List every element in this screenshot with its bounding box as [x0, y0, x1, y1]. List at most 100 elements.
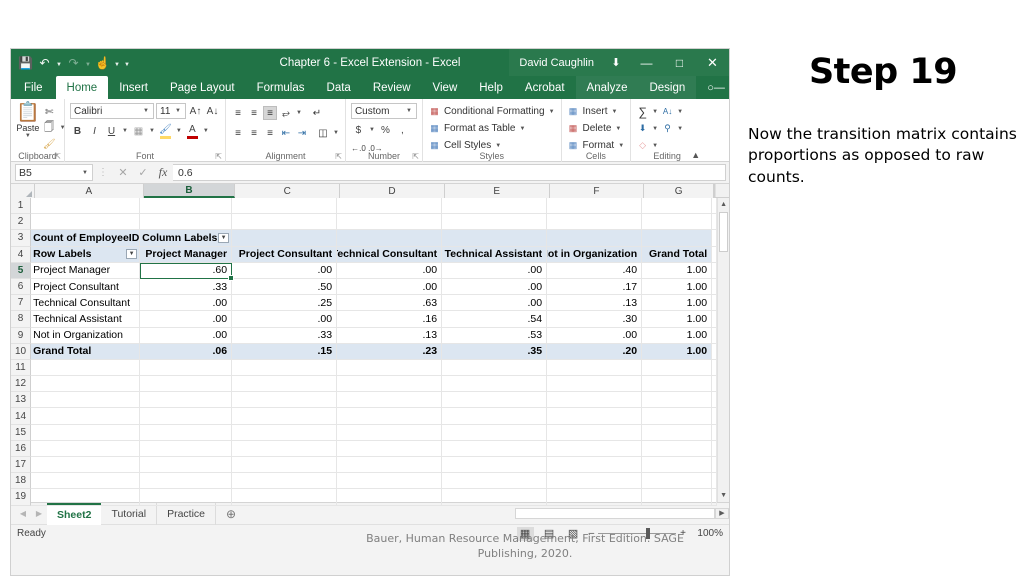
enter-icon[interactable]: ✓	[133, 166, 153, 179]
cell-b5[interactable]: .60	[140, 262, 233, 279]
bold-icon[interactable]: B	[70, 124, 85, 139]
cell-d17[interactable]	[337, 457, 443, 474]
top-align-icon[interactable]: ≡	[231, 106, 245, 120]
cell-g13[interactable]	[642, 392, 713, 409]
cell-a8[interactable]: Technical Assistant	[31, 311, 141, 328]
cell-e16[interactable]	[442, 440, 548, 457]
font-dialog-launcher[interactable]: ⇱	[215, 152, 222, 161]
tab-view[interactable]: View	[422, 76, 469, 99]
cell-d5[interactable]: .00	[337, 262, 443, 279]
cell-g15[interactable]	[642, 424, 713, 441]
sheet-tab-tutorial[interactable]: Tutorial	[101, 502, 158, 525]
cell-b17[interactable]	[140, 457, 233, 474]
cell-c15[interactable]	[232, 424, 338, 441]
sort-filter-icon[interactable]: A↓	[661, 106, 674, 118]
maximize-button[interactable]: □	[663, 49, 696, 76]
cell-g19[interactable]	[642, 489, 713, 506]
cell-e13[interactable]	[442, 392, 548, 409]
tell-me-button[interactable]: ○— Tell me	[696, 76, 729, 99]
tab-home[interactable]: Home	[55, 76, 109, 99]
row-header-1[interactable]: 1	[11, 198, 32, 215]
font-size-box[interactable]: 11 ▼	[156, 103, 186, 119]
borders-dropdown-icon[interactable]: ▼	[148, 128, 156, 134]
align-right-icon[interactable]: ≡	[263, 126, 277, 140]
row-header-4[interactable]: 4	[11, 246, 32, 263]
scroll-down-arrow-icon[interactable]: ▼	[718, 489, 729, 502]
touch-mode-dropdown-icon[interactable]: ▼	[113, 53, 121, 72]
cell-d1[interactable]	[337, 198, 443, 215]
row-header-3[interactable]: 3	[11, 230, 32, 247]
font-color-dropdown-icon[interactable]: ▼	[202, 128, 210, 134]
conditional-formatting-button[interactable]: ▦ Conditional Formatting ▼	[428, 103, 556, 120]
vertical-scrollbar[interactable]: ▲ ▼	[717, 198, 729, 502]
tab-formulas[interactable]: Formulas	[246, 76, 316, 99]
add-sheet-icon[interactable]: ⊕	[216, 507, 246, 521]
cell-a17[interactable]	[31, 457, 141, 474]
increase-font-size-icon[interactable]: A↑	[188, 104, 203, 119]
cell-f6[interactable]: .17	[547, 278, 643, 296]
cell-e5[interactable]: .00	[442, 262, 548, 279]
cell-e8[interactable]: .54	[442, 311, 548, 328]
collapse-ribbon-icon[interactable]: ▲	[691, 150, 700, 160]
cell-f19[interactable]	[547, 489, 643, 506]
cell-g3[interactable]	[642, 230, 713, 247]
column-header-c[interactable]: C	[235, 184, 341, 198]
row-header-10[interactable]: 10	[11, 343, 32, 360]
row-labels-filter-icon[interactable]: ▼	[126, 249, 138, 260]
cell-a6[interactable]: Project Consultant	[31, 278, 141, 296]
bottom-align-icon[interactable]: ≡	[263, 106, 277, 120]
cell-g9[interactable]: 1.00	[642, 327, 713, 344]
cell-b2[interactable]	[140, 214, 233, 231]
name-box-dropdown-icon[interactable]: ▼	[81, 170, 89, 176]
cell-styles-dropdown-icon[interactable]: ▼	[494, 143, 502, 149]
cell-a19[interactable]	[31, 489, 141, 506]
cell-d16[interactable]	[337, 440, 443, 457]
cell-a16[interactable]	[31, 440, 141, 457]
comma-style-icon[interactable]: ,	[395, 123, 410, 138]
cell-e18[interactable]	[442, 473, 548, 490]
row-header-12[interactable]: 12	[11, 376, 32, 393]
insert-function-icon[interactable]: fx	[153, 165, 173, 180]
scroll-up-arrow-icon[interactable]: ▲	[718, 198, 729, 211]
cell-f12[interactable]	[547, 376, 643, 393]
cell-a4-row-labels[interactable]: Row Labels ▼	[31, 246, 141, 263]
tab-insert[interactable]: Insert	[108, 76, 159, 99]
cell-g11[interactable]	[642, 359, 713, 377]
cell-c1[interactable]	[232, 198, 338, 215]
cell-d7[interactable]: .63	[337, 295, 443, 312]
row-header-2[interactable]: 2	[11, 214, 32, 231]
clipboard-dialog-launcher[interactable]: ⇱	[54, 152, 61, 161]
column-header-g[interactable]: G	[644, 184, 715, 198]
cell-b1[interactable]	[140, 198, 233, 215]
row-header-8[interactable]: 8	[11, 311, 32, 328]
sheet-tab-practice[interactable]: Practice	[157, 502, 216, 525]
customize-qat-icon[interactable]: ▼	[123, 53, 131, 72]
borders-icon[interactable]: ▦	[131, 124, 146, 139]
tab-file[interactable]: File	[11, 76, 56, 99]
row-header-13[interactable]: 13	[11, 392, 32, 409]
cell-b9[interactable]: .00	[140, 327, 233, 344]
cell-e10[interactable]: .35	[442, 343, 548, 360]
cell-e19[interactable]	[442, 489, 548, 506]
format-dropdown-icon[interactable]: ▼	[617, 143, 625, 149]
cell-c3[interactable]	[232, 230, 338, 247]
cell-g7[interactable]: 1.00	[642, 295, 713, 312]
row-header-5[interactable]: 5	[11, 262, 32, 279]
cell-d6[interactable]: .00	[337, 278, 443, 296]
cell-d4-header[interactable]: Technical Consultant	[337, 246, 443, 263]
tab-page-layout[interactable]: Page Layout	[159, 76, 246, 99]
delete-cells-button[interactable]: ▦ Delete ▼	[567, 120, 626, 137]
font-name-dropdown-icon[interactable]: ▼	[142, 108, 150, 114]
zoom-percent[interactable]: 100%	[693, 528, 723, 539]
cell-e15[interactable]	[442, 424, 548, 441]
sort-filter-dropdown-icon[interactable]: ▼	[676, 109, 684, 115]
fill-color-dropdown-icon[interactable]: ▼	[175, 128, 183, 134]
merge-center-icon[interactable]: ◫	[316, 126, 330, 140]
cell-d19[interactable]	[337, 489, 443, 506]
cell-f7[interactable]: .13	[547, 295, 643, 312]
row-header-9[interactable]: 9	[11, 327, 32, 344]
scroll-right-arrow-icon[interactable]: ▶	[715, 508, 729, 519]
row-header-18[interactable]: 18	[11, 473, 32, 490]
cell-d14[interactable]	[337, 408, 443, 425]
undo-dropdown-icon[interactable]: ▼	[55, 53, 63, 72]
